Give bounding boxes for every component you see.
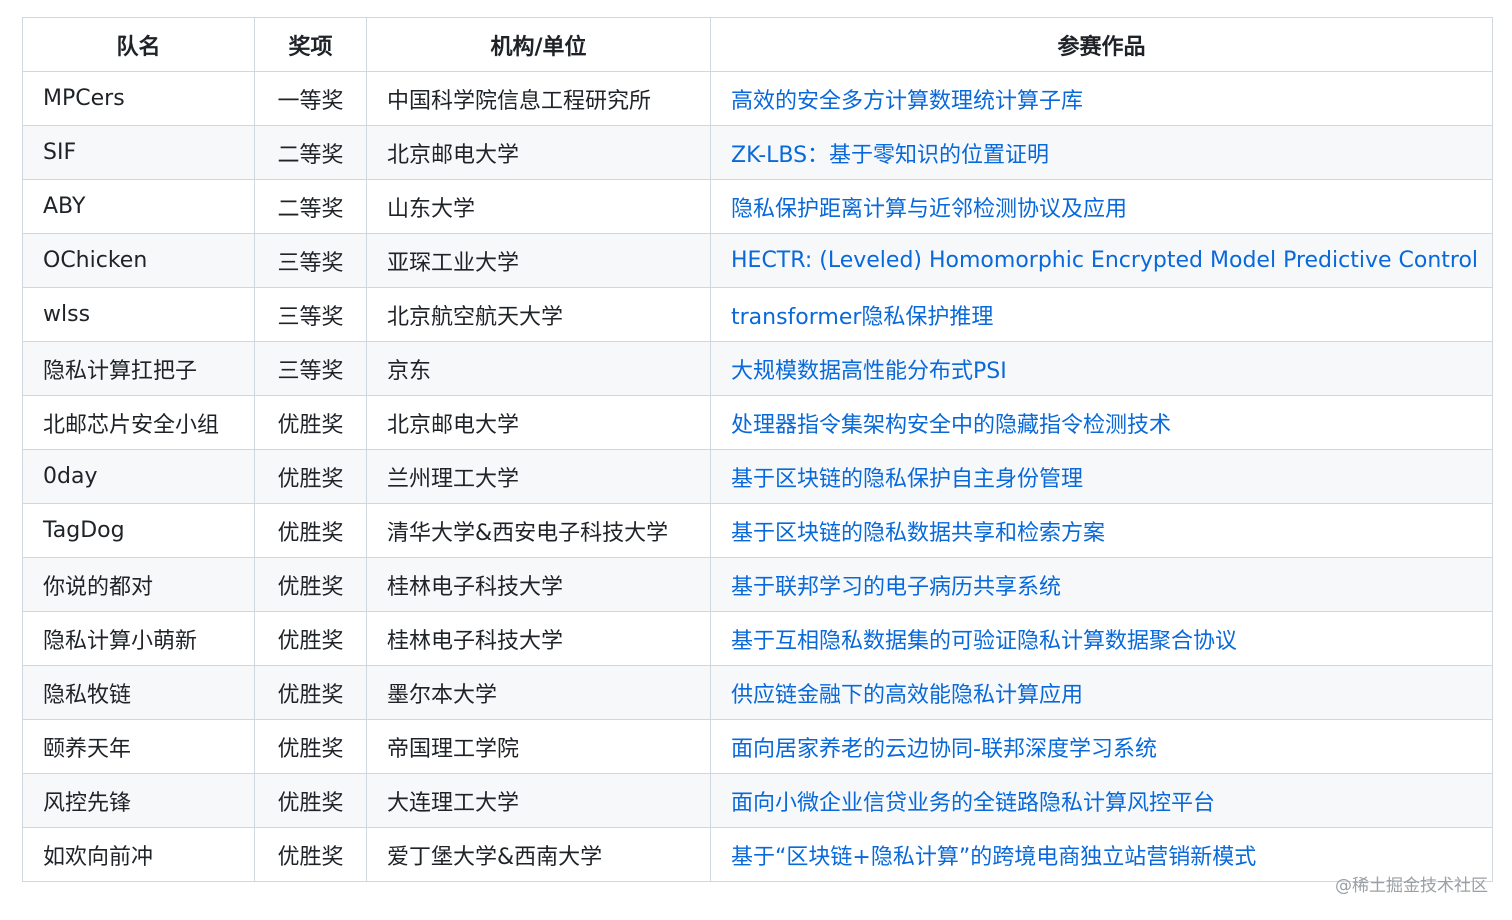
cell-award: 优胜奖 — [254, 827, 367, 882]
cell-org: 亚琛工业大学 — [366, 233, 711, 288]
cell-org: 北京邮电大学 — [366, 395, 711, 450]
cell-award: 优胜奖 — [254, 719, 367, 774]
work-link[interactable]: 供应链金融下的高效能隐私计算应用 — [731, 683, 1083, 708]
cell-work: 高效的安全多方计算数理统计算子库 — [710, 71, 1493, 126]
cell-work: 隐私保护距离计算与近邻检测协议及应用 — [710, 179, 1493, 234]
cell-work: 面向小微企业信贷业务的全链路隐私计算风控平台 — [710, 773, 1493, 828]
work-link[interactable]: 基于互相隐私数据集的可验证隐私计算数据聚合协议 — [731, 629, 1237, 654]
table-row: SIF 二等奖 北京邮电大学 ZK-LBS：基于零知识的位置证明 — [22, 125, 1493, 180]
cell-org: 京东 — [366, 341, 711, 396]
cell-work: 处理器指令集架构安全中的隐藏指令检测技术 — [710, 395, 1493, 450]
table-row: 隐私计算扛把子 三等奖 京东 大规模数据高性能分布式PSI — [22, 341, 1493, 396]
work-link[interactable]: 基于“区块链+隐私计算”的跨境电商独立站营销新模式 — [731, 845, 1256, 870]
table-header-row: 队名 奖项 机构/单位 参赛作品 — [22, 17, 1493, 72]
cell-work: 供应链金融下的高效能隐私计算应用 — [710, 665, 1493, 720]
table-row: 你说的都对 优胜奖 桂林电子科技大学 基于联邦学习的电子病历共享系统 — [22, 557, 1493, 612]
awards-table: 队名 奖项 机构/单位 参赛作品 MPCers 一等奖 中国科学院信息工程研究所… — [22, 17, 1493, 882]
cell-org: 清华大学&西安电子科技大学 — [366, 503, 711, 558]
cell-org: 兰州理工大学 — [366, 449, 711, 504]
cell-team: 0day — [22, 449, 255, 504]
table-row: 隐私牧链 优胜奖 墨尔本大学 供应链金融下的高效能隐私计算应用 — [22, 665, 1493, 720]
cell-team: 隐私牧链 — [22, 665, 255, 720]
cell-award: 三等奖 — [254, 287, 367, 342]
cell-award: 二等奖 — [254, 125, 367, 180]
cell-award: 优胜奖 — [254, 503, 367, 558]
cell-team: 如欢向前冲 — [22, 827, 255, 882]
cell-award: 优胜奖 — [254, 611, 367, 666]
cell-team: OChicken — [22, 233, 255, 288]
cell-org: 中国科学院信息工程研究所 — [366, 71, 711, 126]
cell-award: 三等奖 — [254, 341, 367, 396]
work-link[interactable]: 基于区块链的隐私保护自主身份管理 — [731, 467, 1083, 492]
cell-team: ABY — [22, 179, 255, 234]
cell-org: 爱丁堡大学&西南大学 — [366, 827, 711, 882]
work-link[interactable]: 面向小微企业信贷业务的全链路隐私计算风控平台 — [731, 791, 1215, 816]
work-link[interactable]: 高效的安全多方计算数理统计算子库 — [731, 89, 1083, 114]
cell-award: 优胜奖 — [254, 449, 367, 504]
work-link[interactable]: 基于联邦学习的电子病历共享系统 — [731, 575, 1061, 600]
table-row: 风控先锋 优胜奖 大连理工大学 面向小微企业信贷业务的全链路隐私计算风控平台 — [22, 773, 1493, 828]
work-link[interactable]: 隐私保护距离计算与近邻检测协议及应用 — [731, 197, 1127, 222]
table-row: 北邮芯片安全小组 优胜奖 北京邮电大学 处理器指令集架构安全中的隐藏指令检测技术 — [22, 395, 1493, 450]
cell-team: 风控先锋 — [22, 773, 255, 828]
cell-award: 优胜奖 — [254, 395, 367, 450]
table-row: OChicken 三等奖 亚琛工业大学 HECTR: (Leveled) Hom… — [22, 233, 1493, 288]
table-row: 0day 优胜奖 兰州理工大学 基于区块链的隐私保护自主身份管理 — [22, 449, 1493, 504]
table-row: 隐私计算小萌新 优胜奖 桂林电子科技大学 基于互相隐私数据集的可验证隐私计算数据… — [22, 611, 1493, 666]
cell-award: 二等奖 — [254, 179, 367, 234]
table-row: 如欢向前冲 优胜奖 爱丁堡大学&西南大学 基于“区块链+隐私计算”的跨境电商独立… — [22, 827, 1493, 882]
table-row: TagDog 优胜奖 清华大学&西安电子科技大学 基于区块链的隐私数据共享和检索… — [22, 503, 1493, 558]
cell-team: TagDog — [22, 503, 255, 558]
work-link[interactable]: ZK-LBS：基于零知识的位置证明 — [731, 143, 1049, 168]
cell-team: SIF — [22, 125, 255, 180]
cell-org: 大连理工大学 — [366, 773, 711, 828]
table-row: MPCers 一等奖 中国科学院信息工程研究所 高效的安全多方计算数理统计算子库 — [22, 71, 1493, 126]
cell-org: 帝国理工学院 — [366, 719, 711, 774]
cell-work: ZK-LBS：基于零知识的位置证明 — [710, 125, 1493, 180]
work-link[interactable]: transformer隐私保护推理 — [731, 305, 993, 330]
cell-work: 基于区块链的隐私数据共享和检索方案 — [710, 503, 1493, 558]
cell-work: 面向居家养老的云边协同-联邦深度学习系统 — [710, 719, 1493, 774]
header-org: 机构/单位 — [366, 17, 711, 72]
work-link[interactable]: 基于区块链的隐私数据共享和检索方案 — [731, 521, 1105, 546]
cell-org: 北京航空航天大学 — [366, 287, 711, 342]
cell-work: transformer隐私保护推理 — [710, 287, 1493, 342]
cell-work: HECTR: (Leveled) Homomorphic Encrypted M… — [710, 233, 1493, 288]
work-link[interactable]: HECTR: (Leveled) Homomorphic Encrypted M… — [731, 248, 1478, 273]
cell-team: 隐私计算小萌新 — [22, 611, 255, 666]
cell-team: MPCers — [22, 71, 255, 126]
cell-work: 基于区块链的隐私保护自主身份管理 — [710, 449, 1493, 504]
cell-team: 你说的都对 — [22, 557, 255, 612]
cell-org: 山东大学 — [366, 179, 711, 234]
watermark: @稀土掘金技术社区 — [1335, 876, 1488, 896]
header-team: 队名 — [22, 17, 255, 72]
header-work: 参赛作品 — [710, 17, 1493, 72]
cell-award: 优胜奖 — [254, 773, 367, 828]
cell-work: 大规模数据高性能分布式PSI — [710, 341, 1493, 396]
cell-team: 颐养天年 — [22, 719, 255, 774]
cell-org: 墨尔本大学 — [366, 665, 711, 720]
work-link[interactable]: 处理器指令集架构安全中的隐藏指令检测技术 — [731, 413, 1171, 438]
cell-award: 优胜奖 — [254, 665, 367, 720]
cell-award: 优胜奖 — [254, 557, 367, 612]
cell-team: 北邮芯片安全小组 — [22, 395, 255, 450]
work-link[interactable]: 面向居家养老的云边协同-联邦深度学习系统 — [731, 737, 1157, 762]
table-row: 颐养天年 优胜奖 帝国理工学院 面向居家养老的云边协同-联邦深度学习系统 — [22, 719, 1493, 774]
cell-org: 桂林电子科技大学 — [366, 611, 711, 666]
cell-award: 一等奖 — [254, 71, 367, 126]
work-link[interactable]: 大规模数据高性能分布式PSI — [731, 359, 1007, 384]
cell-team: wlss — [22, 287, 255, 342]
cell-work: 基于互相隐私数据集的可验证隐私计算数据聚合协议 — [710, 611, 1493, 666]
cell-work: 基于联邦学习的电子病历共享系统 — [710, 557, 1493, 612]
cell-org: 北京邮电大学 — [366, 125, 711, 180]
table-row: ABY 二等奖 山东大学 隐私保护距离计算与近邻检测协议及应用 — [22, 179, 1493, 234]
cell-org: 桂林电子科技大学 — [366, 557, 711, 612]
cell-award: 三等奖 — [254, 233, 367, 288]
cell-team: 隐私计算扛把子 — [22, 341, 255, 396]
table-row: wlss 三等奖 北京航空航天大学 transformer隐私保护推理 — [22, 287, 1493, 342]
header-award: 奖项 — [254, 17, 367, 72]
